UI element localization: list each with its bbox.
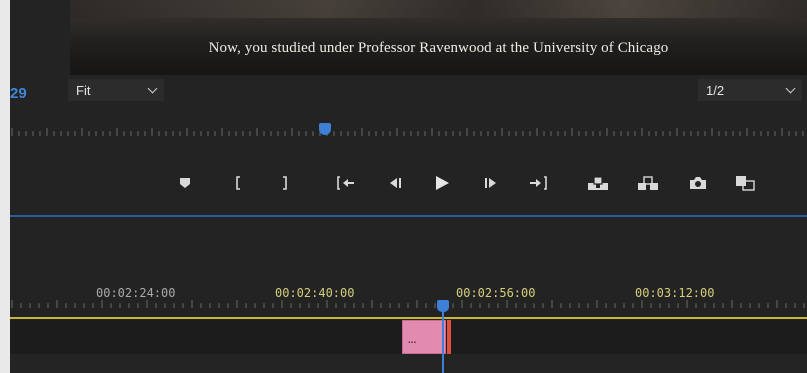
step-forward-icon [485, 178, 496, 188]
mark-out-button[interactable] [272, 170, 298, 196]
step-forward-button[interactable] [478, 170, 504, 196]
play-icon [436, 176, 449, 190]
lift-button[interactable] [585, 170, 611, 196]
go-to-out-icon [530, 176, 547, 190]
timeline-timecode-label: 00:02:24:00 [96, 286, 176, 300]
mini-playhead[interactable] [319, 123, 331, 135]
video-preview: Now, you studied under Professor Ravenwo… [70, 0, 807, 75]
timeline-timecode-label: 00:03:12:00 [635, 286, 715, 300]
panel-divider [10, 215, 807, 217]
extract-icon [638, 176, 658, 190]
zoom-level-dropdown[interactable]: Fit [68, 79, 164, 101]
work-area-bar[interactable] [10, 317, 807, 319]
playback-resolution-dropdown[interactable]: 1/2 [698, 79, 802, 101]
camera-icon [690, 177, 706, 189]
add-marker-button[interactable] [172, 170, 198, 196]
step-back-button[interactable] [382, 170, 408, 196]
playhead-handle[interactable] [437, 300, 449, 312]
timeline-timecode-label: 00:02:40:00 [275, 286, 355, 300]
button-editor-button[interactable] [732, 170, 758, 196]
playhead-timecode[interactable]: 29 [10, 85, 27, 102]
button-editor-icon [736, 176, 755, 191]
go-to-in-button[interactable] [333, 170, 359, 196]
step-back-icon [390, 178, 401, 188]
audio-track[interactable] [10, 354, 807, 373]
program-monitor: Now, you studied under Professor Ravenwo… [10, 0, 807, 373]
mini-time-ruler[interactable] [10, 128, 807, 142]
chevron-down-icon [785, 83, 796, 94]
go-to-out-button[interactable] [525, 170, 551, 196]
export-frame-button[interactable] [685, 170, 711, 196]
caption-text: Now, you studied under Professor Ravenwo… [208, 40, 669, 56]
mark-out-icon [283, 176, 287, 190]
play-button[interactable] [429, 170, 455, 196]
video-frame-image [70, 0, 807, 18]
zoom-level-value: Fit [76, 82, 91, 98]
playback-resolution-value: 1/2 [706, 82, 725, 98]
transport-controls [10, 170, 807, 196]
mark-in-button[interactable] [225, 170, 251, 196]
clip-label: ... [408, 335, 417, 346]
clip-edit-point[interactable] [447, 320, 451, 354]
marker-icon [180, 178, 190, 188]
lift-icon [588, 176, 608, 190]
timeline-clip[interactable]: ... [402, 320, 446, 354]
go-to-in-icon [337, 176, 354, 190]
chevron-down-icon [147, 83, 158, 94]
mark-in-icon [236, 176, 240, 190]
timeline-timecode-label: 00:02:56:00 [456, 286, 536, 300]
extract-button[interactable] [635, 170, 661, 196]
